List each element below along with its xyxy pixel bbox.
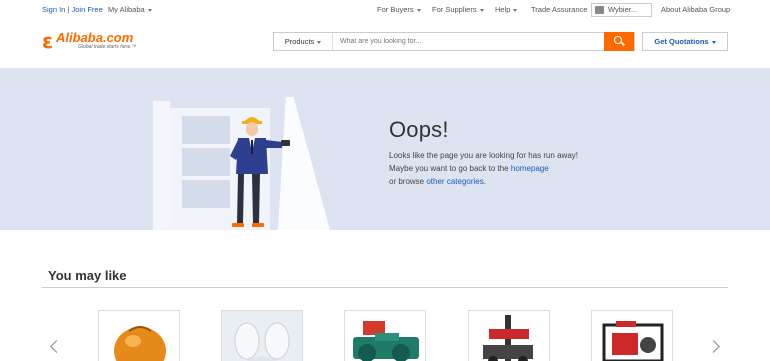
my-alibaba-menu[interactable]: My Alibaba [108, 5, 152, 14]
you-may-like-title: You may like [48, 268, 127, 283]
error-period: . [483, 177, 486, 186]
search-category-dropdown[interactable]: Products [274, 33, 333, 50]
carousel-prev-arrow-icon[interactable] [50, 340, 63, 353]
product-card[interactable] [98, 310, 180, 361]
shelf-unit [182, 148, 230, 176]
search-bar: Products [273, 32, 635, 51]
error-suggestion-categories: or browse other categories. [389, 177, 486, 186]
other-categories-link[interactable]: other categories [426, 177, 483, 186]
chevron-down-icon [416, 8, 421, 12]
about-alibaba-link[interactable]: About Alibaba Group [661, 5, 730, 14]
alibaba-logo-mark-icon: ε [42, 29, 54, 53]
language-flag-icon [595, 6, 604, 14]
search-category-label: Products [284, 37, 315, 46]
for-buyers-label: For Buyers [377, 5, 414, 14]
error-suggestion-text: Maybe you want to go back to the [389, 164, 509, 173]
help-menu[interactable]: Help [495, 5, 518, 14]
join-free-link[interactable]: Join Free [72, 5, 103, 14]
shelf-unit [182, 116, 230, 144]
alibaba-logo-tagline: Global trade starts here.™ [78, 44, 137, 50]
chevron-down-icon [479, 8, 484, 12]
product-card[interactable] [468, 310, 550, 361]
auth-separator: | [67, 5, 70, 14]
search-button[interactable] [604, 32, 634, 51]
my-alibaba-label: My Alibaba [108, 5, 145, 14]
carousel-next-arrow-icon[interactable] [707, 340, 720, 353]
water-pump-product-icon [602, 321, 664, 361]
for-buyers-menu[interactable]: For Buyers [377, 5, 421, 14]
for-suppliers-menu[interactable]: For Suppliers [432, 5, 484, 14]
shelf-unit [182, 180, 230, 208]
error-message: Looks like the page you are looking for … [389, 151, 579, 160]
red-drilling-rig-product-icon [483, 315, 533, 361]
error-title: Oops! [389, 117, 449, 142]
error-hero [0, 68, 770, 230]
get-quotations-button[interactable]: Get Quotations [642, 32, 728, 51]
trade-assurance-link[interactable]: Trade Assurance [531, 5, 587, 14]
get-quotations-label: Get Quotations [654, 37, 709, 46]
alibaba-logo-wordmark: Alibaba.com [56, 30, 134, 45]
product-card[interactable] [221, 310, 303, 361]
chevron-down-icon [317, 40, 322, 44]
alibaba-logo[interactable]: ε Alibaba.com Global trade starts here.™ [42, 30, 157, 52]
section-divider [42, 287, 728, 288]
chevron-down-icon [711, 40, 716, 44]
top-bar: Sign In | Join Free My Alibaba For Buyer… [0, 0, 770, 20]
worker-with-flashlight-illustration [230, 117, 290, 227]
door-frame-illustration [153, 101, 170, 230]
chevron-down-icon [147, 8, 152, 12]
briquette-machine-product-icon [353, 321, 419, 361]
white-powder-product-icon [222, 311, 302, 361]
sign-in-link[interactable]: Sign In [42, 5, 65, 14]
for-suppliers-label: For Suppliers [432, 5, 477, 14]
search-input[interactable] [334, 33, 605, 50]
auth-links: Sign In | Join Free [42, 5, 103, 14]
orange-sphere-product-icon [114, 326, 166, 361]
error-browse-text: or browse [389, 177, 425, 186]
search-icon-handle [621, 41, 625, 46]
error-suggestion-homepage: Maybe you want to go back to the homepag… [389, 164, 549, 173]
language-selector-label: Wybier... [608, 5, 638, 14]
chevron-down-icon [513, 8, 518, 12]
product-card[interactable] [591, 310, 673, 361]
homepage-link[interactable]: homepage [511, 164, 549, 173]
help-label: Help [495, 5, 511, 14]
language-selector[interactable]: Wybier... [591, 3, 652, 17]
product-card[interactable] [344, 310, 426, 361]
